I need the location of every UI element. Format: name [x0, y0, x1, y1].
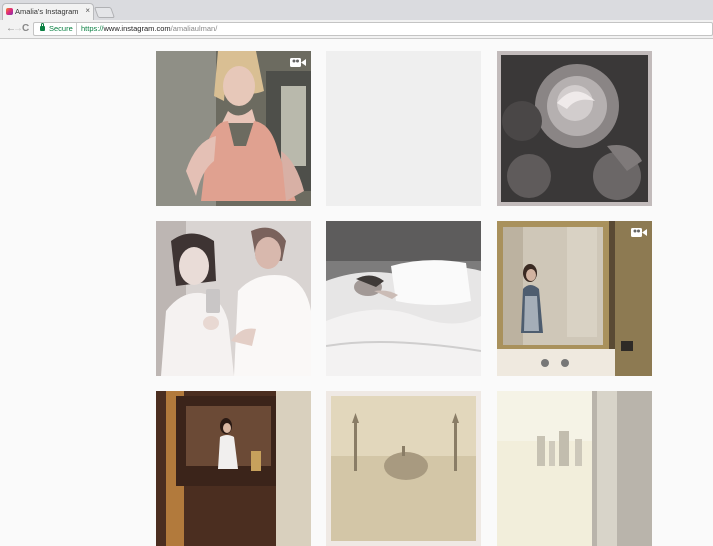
post-image-couple-bathrobes	[156, 221, 311, 376]
grid-post-1[interactable]	[156, 51, 311, 206]
post-image-woman-pink-dress	[156, 51, 311, 206]
url-scheme: https://	[81, 24, 104, 33]
grid-post-6[interactable]	[497, 221, 652, 376]
post-image-mirror-selfie	[497, 221, 652, 376]
new-tab-button[interactable]	[93, 7, 116, 18]
secure-label: Secure	[49, 24, 73, 33]
url-text[interactable]: https://www.instagram.com/amaliaulman/	[81, 24, 217, 33]
lock-icon	[40, 23, 45, 31]
browser-tab[interactable]: Amalia's Instagram (@ ×	[2, 3, 94, 20]
video-camera-icon	[290, 58, 306, 67]
url-path: /amaliaulman/	[170, 24, 218, 33]
instagram-favicon-icon	[6, 8, 13, 15]
video-camera-icon	[631, 228, 647, 237]
post-image-dark-roses	[497, 51, 652, 206]
instagram-profile-grid	[0, 39, 713, 546]
tab-close-icon[interactable]: ×	[85, 6, 90, 16]
grid-post-3[interactable]	[497, 51, 652, 206]
grid-post-5[interactable]	[326, 221, 481, 376]
post-image-woman-in-bed	[326, 221, 481, 376]
url-domain: www.instagram.com	[103, 24, 171, 33]
grid-post-2[interactable]	[326, 51, 481, 206]
address-divider	[76, 23, 77, 35]
post-image-placeholder	[326, 51, 481, 206]
reload-icon[interactable]: C	[22, 23, 29, 35]
browser-tab-strip: Amalia's Instagram (@ ×	[0, 0, 713, 20]
tab-title: Amalia's Instagram (@	[15, 7, 81, 16]
grid-post-4[interactable]	[156, 221, 311, 376]
browser-toolbar: ← → C Secure https://www.instagram.com/a…	[0, 20, 713, 39]
address-bar[interactable]: Secure https://www.instagram.com/amaliau…	[33, 22, 713, 36]
